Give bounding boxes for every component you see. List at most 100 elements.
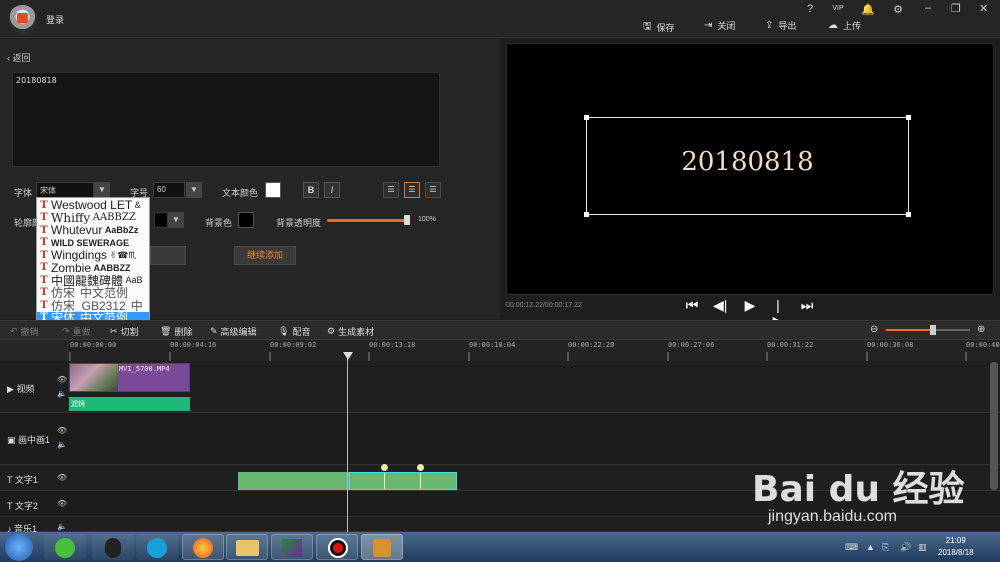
generate-material-button[interactable]: ⚙ 生成素材 (327, 325, 374, 338)
export-button[interactable]: ⇪ 导出 (765, 19, 796, 32)
taskbar-app-media[interactable] (136, 534, 178, 560)
font-select[interactable]: 宋体 (36, 182, 94, 198)
cut-button[interactable]: ✂ 切割 (110, 325, 139, 338)
taskbar-app-recorder[interactable] (316, 534, 358, 560)
close-window-icon[interactable]: ✕ (979, 2, 988, 15)
zoom-out-icon[interactable]: ⊖ (870, 324, 878, 335)
speaker-icon[interactable]: 🔈 (57, 389, 67, 398)
font-dropdown-list[interactable]: T Westwood LET & T Whiffy AABBZZ T Whutevur… (36, 197, 150, 323)
undo-button[interactable]: ↶ 撤销 (10, 325, 39, 338)
network-icon[interactable]: ▥ (918, 542, 927, 553)
bg-color-swatch[interactable] (238, 212, 254, 228)
skip-end-icon[interactable]: ⏭ (800, 297, 814, 314)
filter-clip[interactable]: 滤镜 (69, 397, 190, 411)
font-option[interactable]: T Wingdings ✌☎♏ (37, 249, 149, 262)
align-right-button[interactable]: ☰ (425, 182, 441, 198)
chevron-down-icon[interactable]: ▼ (186, 182, 202, 198)
bg-opacity-value: 100% (418, 216, 436, 223)
font-type-icon: T (40, 262, 48, 274)
chevron-down-icon[interactable]: ▼ (168, 212, 184, 228)
prev-frame-icon[interactable]: ◀| (713, 297, 727, 314)
taskbar-app-firefox[interactable] (182, 534, 224, 560)
speaker-icon[interactable]: 🔈 (57, 440, 67, 449)
bell-icon[interactable]: 🔔 (861, 3, 875, 16)
font-option[interactable]: T Zombie AABBZZ (37, 262, 149, 275)
continue-add-button[interactable]: 继续添加 (234, 246, 296, 265)
align-center-button[interactable]: ☰ (404, 182, 420, 198)
undo-icon: ↶ (10, 326, 18, 336)
play-icon[interactable]: ▶ (743, 297, 757, 314)
playhead-handle[interactable] (343, 352, 353, 360)
font-option[interactable]: T 仿宋 中文范例 (37, 287, 149, 300)
save-button[interactable]: 🖫 保存 (643, 19, 675, 36)
font-type-icon: T (40, 287, 48, 299)
zoom-slider-handle[interactable] (930, 325, 936, 335)
upload-button[interactable]: ☁ 上传 (828, 19, 861, 32)
bg-opacity-slider-handle[interactable] (404, 215, 410, 225)
taskbar-app-360[interactable] (44, 534, 86, 560)
redo-button[interactable]: ↷ 重做 (62, 325, 91, 338)
filter-clip-label: 滤镜 (71, 401, 85, 408)
font-option[interactable]: T 仿宋_GB2312 中 (37, 299, 149, 312)
minimize-icon[interactable]: – (925, 2, 931, 14)
resize-handle[interactable] (584, 115, 589, 120)
taskbar-app-editor[interactable] (271, 534, 313, 560)
zoom-in-icon[interactable]: ⊕ (977, 324, 985, 335)
chevron-down-icon[interactable]: ▼ (94, 182, 110, 198)
clock-time: 21:09 (945, 536, 966, 545)
baidu-watermark-url: jingyan.baidu.com (768, 508, 897, 525)
italic-button[interactable]: I (324, 182, 340, 198)
ruler-tick-label: 00:00:31:22 (767, 341, 814, 349)
font-option[interactable]: T WILD SEWERAGE (37, 237, 149, 250)
size-select[interactable]: 60 (153, 182, 185, 198)
text-content-input[interactable]: 20180818 (12, 72, 440, 167)
restore-icon[interactable]: ❐ (951, 2, 961, 15)
resize-handle[interactable] (584, 212, 589, 217)
system-clock[interactable]: 21:09 2018/8/18 (938, 535, 974, 559)
text-clip-selected[interactable] (349, 472, 457, 490)
bold-button[interactable]: B (303, 182, 319, 198)
keyframe-marker[interactable] (381, 464, 388, 471)
font-option[interactable]: T Whutevur AaBbZz (37, 224, 149, 237)
align-left-button[interactable]: ☰ (383, 182, 399, 198)
skip-start-icon[interactable]: ⏮ (685, 297, 699, 314)
exit-icon: ⇥ (704, 20, 713, 31)
keyboard-icon[interactable]: ⌨ (845, 542, 858, 553)
delete-button[interactable]: 🗑 删除 (160, 325, 192, 338)
tray-arrow-icon[interactable]: ▲ (866, 542, 875, 552)
bg-opacity-slider[interactable] (327, 219, 409, 222)
login-link[interactable]: 登录 (46, 13, 64, 26)
ruler-tick-label: 00:00:04:16 (170, 341, 217, 349)
resize-handle[interactable] (906, 115, 911, 120)
dub-button[interactable]: 🎙 配音 (278, 325, 310, 338)
gear-icon[interactable]: ⚙ (891, 3, 905, 16)
eye-icon[interactable]: 👁 (57, 426, 67, 435)
volume-icon[interactable]: 🔊 (900, 542, 911, 553)
pip-track[interactable] (0, 413, 1000, 465)
taskbar-app-explorer[interactable] (226, 534, 268, 560)
speaker-icon[interactable]: 🔈 (57, 522, 67, 531)
keyframe-marker[interactable] (417, 464, 424, 471)
apply-button[interactable] (150, 246, 186, 265)
vip-icon[interactable]: VIP (831, 5, 845, 12)
start-button[interactable] (5, 533, 33, 561)
help-icon[interactable]: ? (803, 3, 817, 15)
usb-icon[interactable]: ⎘ (882, 542, 889, 553)
font-option[interactable]: T Whiffy AABBZZ (37, 212, 149, 225)
close-project-button[interactable]: ⇥ 关闭 (704, 19, 735, 32)
taskbar-app-video-editor[interactable] (361, 534, 403, 560)
font-option[interactable]: T Westwood LET & (37, 199, 149, 212)
eye-icon[interactable]: 👁 (57, 375, 67, 384)
taskbar-app-qq[interactable] (92, 534, 134, 560)
resize-handle[interactable] (906, 212, 911, 217)
advanced-edit-button[interactable]: ✎ 高级编辑 (210, 325, 257, 338)
text-clip[interactable] (238, 472, 349, 490)
outline-color-swatch[interactable] (154, 212, 168, 228)
back-button[interactable]: ‹ 返回 (7, 51, 31, 64)
eye-icon[interactable]: 👁 (57, 499, 67, 508)
font-option[interactable]: T 中國龍魏碑體 AaB (37, 274, 149, 287)
eye-icon[interactable]: 👁 (57, 473, 67, 482)
video-clip[interactable]: MVI_5700.MP4 (69, 363, 190, 392)
timeline-vertical-scrollbar[interactable] (990, 362, 998, 490)
text-color-swatch[interactable] (265, 182, 281, 198)
